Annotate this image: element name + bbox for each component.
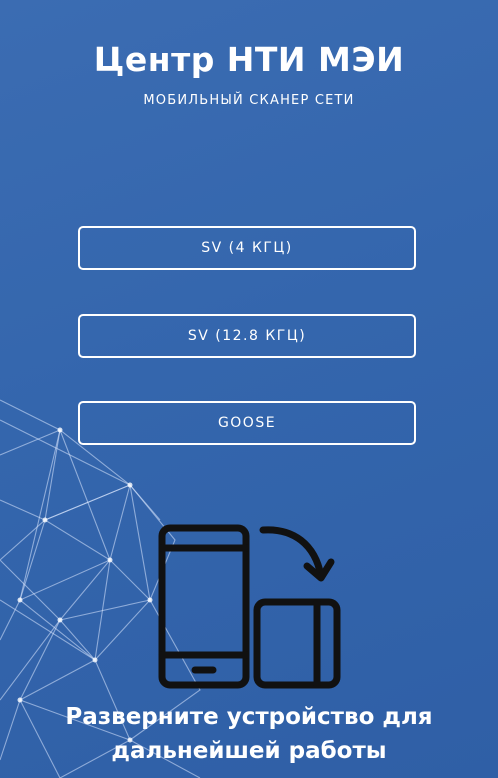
mode-button-sv-4khz[interactable]: SV (4 КГЦ)	[78, 226, 416, 270]
app-title: Центр НТИ МЭИ	[93, 40, 405, 79]
rotate-prompt-text: Разверните устройство для дальнейшей раб…	[0, 700, 498, 768]
mode-button-goose[interactable]: GOOSE	[78, 401, 416, 445]
rotate-prompt-line-1: Разверните устройство для	[65, 704, 433, 730]
mode-button-sv-12-8khz[interactable]: SV (12.8 КГЦ)	[78, 314, 416, 358]
app-subtitle: МОБИЛЬНЫЙ СКАНЕР СЕТИ	[143, 93, 355, 108]
rotate-device-icon	[158, 524, 341, 689]
rotate-prompt-line-2: дальнейшей работы	[111, 738, 387, 764]
